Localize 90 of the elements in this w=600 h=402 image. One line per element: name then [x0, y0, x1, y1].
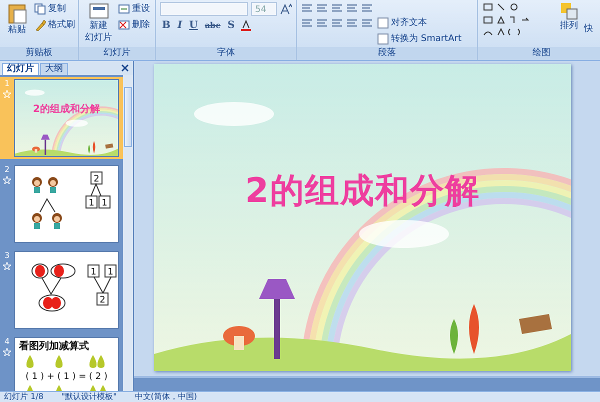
slide-number: 1	[4, 79, 10, 88]
status-text: 中文(简体，中国)	[134, 392, 198, 402]
status-text: "默认设计模板"	[61, 392, 117, 402]
number-box: 1	[104, 264, 116, 278]
child-figure-icon	[52, 213, 62, 229]
align-lines-icon	[301, 2, 313, 14]
align-lines-icon	[361, 2, 373, 14]
slide-title: 2的组成和分解	[32, 102, 101, 116]
slide-title: 2的组成和分解	[244, 170, 481, 213]
ribbon-small-button[interactable]: 格式刷	[34, 18, 75, 31]
font-name-field[interactable]	[160, 2, 248, 16]
status-text: 幻灯片 1/8	[4, 392, 44, 402]
slide-thumbnail[interactable]: 2 1 1	[14, 165, 119, 243]
grow-font-icon	[280, 3, 292, 15]
slide-thumbnail-row[interactable]: 2 2 1 1	[0, 163, 123, 245]
ribbon-small-button[interactable]: 删除	[118, 18, 150, 31]
text-box-icon	[377, 32, 389, 44]
align-lines-icon	[301, 17, 313, 29]
clipboard-icon	[6, 2, 28, 24]
format-button[interactable]: S	[226, 20, 237, 30]
new-slide-button[interactable]: 新建 幻灯片	[83, 2, 114, 44]
connector-line	[90, 182, 102, 196]
font-color-icon	[240, 19, 252, 31]
align-lines-icon	[316, 17, 328, 29]
slide-title: 看图列加减算式	[18, 340, 90, 353]
number-box: 2	[96, 292, 108, 306]
slide-number: 4	[4, 337, 10, 346]
format-button[interactable]: U	[187, 20, 200, 30]
brush-icon	[34, 18, 46, 30]
apple-icon	[35, 265, 45, 277]
group-label: 字体	[156, 47, 296, 60]
child-figure-icon	[32, 213, 42, 229]
slide-number: 3	[4, 251, 10, 260]
child-figure-icon	[48, 177, 58, 193]
copy-icon	[34, 2, 46, 14]
connector-line	[94, 276, 112, 294]
format-button[interactable]: I	[175, 20, 184, 30]
arrange-icon	[560, 2, 578, 20]
ribbon-small-button[interactable]: 快	[584, 22, 593, 35]
star-icon	[3, 176, 11, 184]
close-icon[interactable]	[121, 64, 129, 72]
number-box: 1	[98, 196, 110, 208]
reset-icon	[118, 2, 130, 14]
oval-outline	[50, 264, 76, 278]
align-lines-icon	[316, 2, 328, 14]
panel-tab[interactable]: 幻灯片	[2, 63, 39, 75]
text-box-icon	[377, 16, 389, 28]
number-box: 1	[86, 196, 98, 208]
scrollbar[interactable]	[123, 75, 133, 391]
slide-icon	[88, 2, 110, 20]
connector-line	[42, 278, 62, 295]
format-button[interactable]: abc	[202, 20, 223, 30]
number-box: 2	[90, 172, 102, 184]
slide-thumbnail-row[interactable]: 3 1 1 2	[0, 249, 123, 331]
arrange-button[interactable]: 排列	[558, 2, 580, 32]
oval-outline	[32, 264, 48, 278]
format-button[interactable]: B	[160, 20, 172, 30]
apple-icon	[54, 265, 64, 277]
panel-tab[interactable]: 大纲	[40, 63, 68, 75]
star-icon	[3, 90, 11, 98]
group-label: 绘图	[478, 47, 600, 60]
star-icon	[3, 262, 11, 270]
align-lines-icon	[346, 17, 358, 29]
number-box: 1	[88, 264, 100, 278]
ribbon-small-button[interactable]: 对齐文本	[377, 16, 462, 29]
align-lines-icon	[331, 2, 343, 14]
ribbon-small-button[interactable]: 重设	[118, 2, 150, 15]
star-icon	[3, 348, 11, 356]
group-label: 幻灯片	[79, 47, 155, 60]
slide-thumbnail[interactable]: 看图列加减算式 ( 1 ) + ( 1 ) = ( 2 )	[14, 337, 119, 391]
oval-outline	[38, 294, 66, 312]
delete-icon	[118, 18, 130, 30]
group-label: 剪贴板	[0, 47, 78, 60]
ribbon-small-button[interactable]: 复制	[34, 2, 75, 15]
equation-text: ( 1 ) + ( 1 ) = ( 2 )	[24, 372, 108, 383]
pear-icon	[55, 355, 63, 368]
apple-icon	[43, 297, 53, 309]
apple-icon	[51, 297, 61, 309]
pear-icon	[26, 355, 34, 368]
align-lines-icon	[361, 17, 373, 29]
group-label: 段落	[297, 47, 477, 60]
align-lines-icon	[331, 17, 343, 29]
slide-number: 2	[4, 165, 10, 174]
align-lines-icon	[346, 2, 358, 14]
slide-thumbnail-row[interactable]: 4 看图列加减算式 ( 1 ) + ( 1 ) = ( 2 )	[0, 335, 123, 391]
paste-button[interactable]: 粘贴	[4, 2, 30, 36]
ribbon-small-button[interactable]: 转换为 SmartArt	[377, 32, 462, 45]
slide-thumbnail[interactable]: 1 1 2	[14, 251, 119, 329]
connector-line	[40, 198, 56, 212]
child-figure-icon	[32, 177, 42, 193]
